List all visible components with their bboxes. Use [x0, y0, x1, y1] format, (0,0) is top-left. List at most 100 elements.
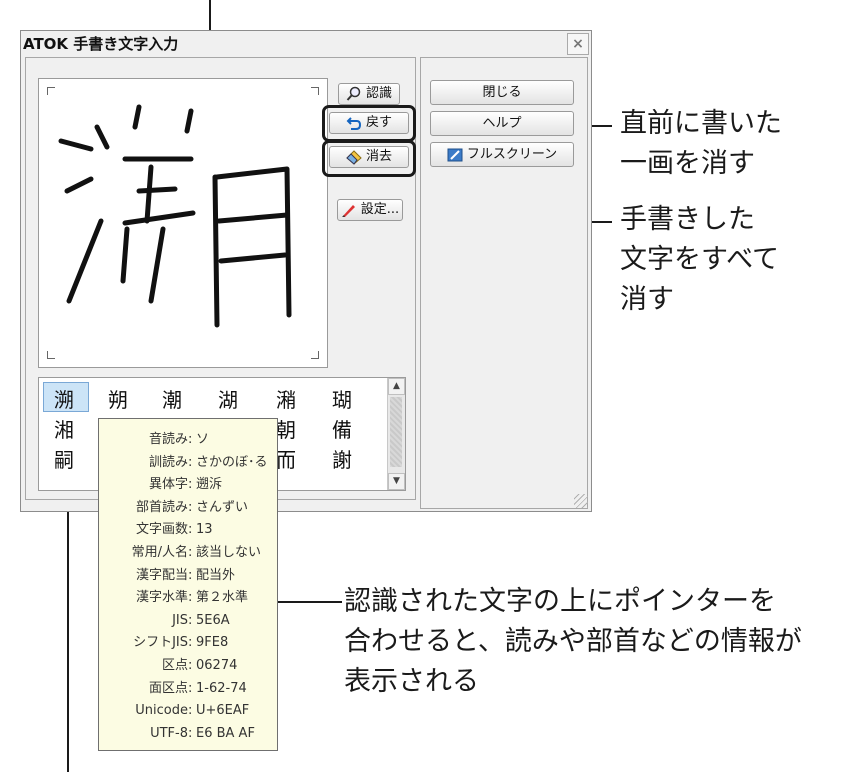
settings-label: 設定... [360, 202, 400, 217]
tooltip-value: さかのぼ･る [196, 454, 268, 470]
handwriting-canvas[interactable] [38, 78, 328, 368]
recognize-label: 認識 [365, 86, 392, 101]
tooltip-separator: : [188, 477, 193, 493]
tooltip-row: 音読み: ソ [99, 429, 279, 451]
annotation-line: 合わせると、読みや部首などの情報が [344, 626, 802, 657]
tooltip-value: 06274 [196, 658, 238, 673]
candidate-scrollbar[interactable]: ▲ ▼ [387, 378, 405, 490]
tooltip-separator: : [188, 725, 193, 741]
candidate-item[interactable]: 謝 [325, 444, 359, 473]
tooltip-key: 漢字水準 [135, 590, 188, 606]
candidate-item[interactable]: 備 [325, 414, 359, 443]
tooltip-key: 漢字配当 [135, 567, 188, 583]
tooltip-row: 漢字配当: 配当外 [99, 565, 279, 587]
handwriting-strokes [58, 104, 292, 328]
help-label: ヘルプ [482, 115, 522, 131]
tooltip-separator: : [188, 545, 193, 560]
annotation-line: 一画を消す [620, 148, 755, 179]
tooltip-key: 異体字 [148, 477, 188, 493]
undo-highlight-outline [322, 105, 416, 142]
tooltip-key: 音読み [148, 432, 188, 447]
tooltip-value: U+6EAF [196, 703, 250, 719]
close-icon[interactable]: × [567, 33, 589, 55]
help-button[interactable]: ヘルプ [430, 111, 574, 136]
tooltip-row: 常用/人名: 該当しない [99, 542, 279, 564]
tooltip-value: 1-62-74 [196, 680, 247, 696]
tooltip-annotation: 認識された文字の上にポインターを 合わせると、読みや部首などの情報が 表示される [344, 582, 802, 702]
candidate-item[interactable]: 湘 [47, 414, 81, 443]
recognize-button[interactable]: 認識 [338, 83, 400, 105]
candidate-item[interactable]: 溯 [47, 384, 81, 413]
tooltip-row: 文字画数:13 [99, 519, 279, 541]
tooltip-separator: : [188, 635, 193, 651]
annotation-line: 認識された文字の上にポインターを [344, 586, 776, 617]
tooltip-value: 5E6A [196, 612, 230, 628]
tooltip-key: 面区点 [148, 680, 188, 696]
settings-button[interactable]: 設定... [337, 199, 403, 221]
title-bar[interactable]: ATOK 手書き文字入力 × [21, 31, 591, 57]
character-info-tooltip: 音読み: ソ訓読み: さかのぼ･る 異体字: 遡泝 部首読み: さんずい 文字画数:13 常用/… [98, 418, 278, 751]
candidate-item[interactable]: 湖 [211, 384, 245, 413]
tooltip-separator: : [188, 590, 193, 606]
annotation-line: 文字をすべて [620, 244, 780, 275]
resize-grip-icon[interactable] [574, 494, 588, 508]
tooltip-row: 訓読み: さかのぼ･る [99, 452, 279, 474]
fullscreen-button[interactable]: フルスクリーン [430, 142, 574, 167]
tooltip-separator: : [188, 522, 193, 538]
tooltip-separator: : [188, 499, 193, 515]
tooltip-value: 13 [196, 522, 213, 538]
annotation-line: 手書きした [620, 204, 755, 235]
tooltip-row: 面区点:1-62-74 [99, 678, 279, 700]
clear-annotation: 手書きした 文字をすべて 消す [620, 200, 779, 320]
tooltip-key: 文字画数 [135, 522, 188, 538]
tooltip-separator: : [188, 680, 193, 696]
close-button[interactable]: 閉じる [430, 80, 574, 105]
tooltip-row: UTF-8: E6 BA AF [99, 723, 279, 745]
tooltip-value: 9FE8 [196, 635, 229, 651]
tooltip-key: シフトJIS [133, 635, 188, 651]
tooltip-value: 遡泝 [196, 477, 223, 493]
tooltip-key: 訓読み [148, 454, 188, 470]
tooltip-value: さんずい [196, 499, 249, 515]
annotation-line: 直前に書いた [620, 108, 782, 139]
tooltip-row: 部首読み: さんずい [99, 497, 279, 519]
tooltip-value: 配当外 [196, 567, 236, 583]
tooltip-key: UTF-8 [150, 725, 188, 741]
tooltip-key: 常用/人名 [131, 545, 188, 560]
pen-icon [341, 205, 355, 217]
undo-annotation: 直前に書いた 一画を消す [620, 104, 782, 184]
candidate-item[interactable]: 瑚 [325, 384, 359, 413]
candidate-item[interactable]: 嗣 [47, 444, 81, 473]
candidate-item[interactable]: 潮 [155, 384, 189, 413]
tooltip-separator: : [188, 703, 193, 719]
magnifier-icon [346, 86, 361, 101]
annotation-line: 消す [620, 284, 674, 315]
tooltip-separator: : [188, 567, 193, 583]
tooltip-value: 該当しない [196, 545, 262, 560]
tooltip-key: 部首読み [135, 499, 188, 515]
fullscreen-label: フルスクリーン [466, 146, 558, 162]
scroll-up-icon[interactable]: ▲ [388, 378, 405, 395]
tooltip-key: Unicode [135, 703, 188, 719]
tooltip-row: 異体字: 遡泝 [99, 474, 279, 496]
tooltip-separator: : [188, 612, 193, 628]
candidate-item[interactable]: 朔 [101, 384, 135, 413]
fullscreen-pen-icon [447, 148, 463, 161]
candidate-item[interactable]: 潲 [269, 384, 303, 413]
tooltip-row: 区点:06274 [99, 655, 279, 677]
window-title: ATOK 手書き文字入力 [23, 35, 179, 53]
close-label: 閉じる [482, 84, 522, 100]
tooltip-row: シフトJIS:9FE8 [99, 632, 279, 654]
scroll-thumb[interactable] [390, 397, 402, 467]
tooltip-row: 漢字水準: 第２水準 [99, 587, 279, 609]
clear-highlight-outline [322, 140, 416, 177]
tooltip-separator: : [188, 454, 193, 470]
tooltip-separator: : [188, 432, 193, 447]
scroll-down-icon[interactable]: ▼ [388, 473, 405, 490]
tooltip-value: ソ [196, 432, 210, 447]
tooltip-separator: : [188, 658, 193, 673]
tooltip-row: Unicode: U+6EAF [99, 700, 279, 722]
tooltip-row: JIS:5E6A [99, 610, 279, 632]
annotation-line: 表示される [344, 666, 479, 697]
tooltip-key: 区点 [161, 658, 188, 673]
